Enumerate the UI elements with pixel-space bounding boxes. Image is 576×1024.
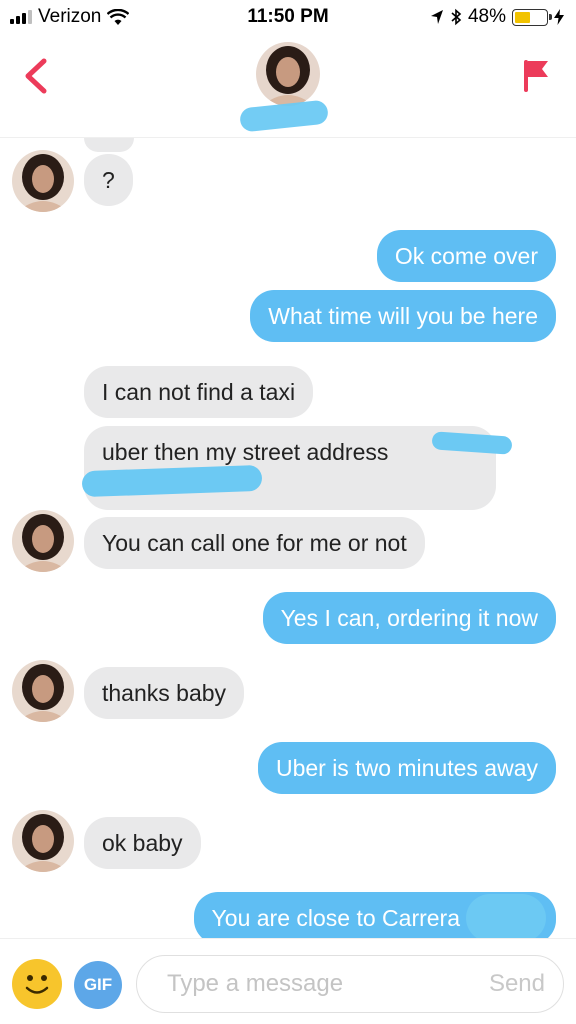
- message-bubble-outgoing: Uber is two minutes away: [257, 742, 556, 794]
- bluetooth-icon: [451, 8, 462, 26]
- battery-percent: 48%: [467, 6, 506, 27]
- message-bubble-incoming: You can call one for me or not: [84, 517, 425, 569]
- message-bubble-incoming: thanks baby: [84, 667, 245, 719]
- smiley-icon: [25, 975, 49, 994]
- status-bar: Verizon 11:50 PM 48%: [0, 0, 576, 34]
- chat-screen: Verizon 11:50 PM 48% ? Ok come over What…: [0, 0, 576, 1024]
- message-field[interactable]: Send: [136, 955, 564, 1013]
- sender-avatar[interactable]: [12, 510, 74, 572]
- message-composer: GIF Send: [0, 938, 576, 1024]
- status-right: 48%: [430, 6, 564, 28]
- gif-button[interactable]: GIF: [74, 961, 122, 1009]
- flag-icon: [524, 60, 548, 92]
- location-arrow-icon: [430, 10, 443, 24]
- message-bubble-incoming: ?: [84, 154, 133, 206]
- message-thread[interactable]: ? Ok come over What time will you be her…: [0, 138, 576, 938]
- message-bubble-incoming: ok baby: [84, 817, 201, 869]
- report-button[interactable]: [520, 56, 554, 96]
- message-input[interactable]: [167, 956, 467, 1012]
- send-button[interactable]: Send: [489, 970, 545, 998]
- match-avatar[interactable]: [256, 42, 320, 106]
- back-button[interactable]: [18, 56, 54, 96]
- message-bubble-incoming: I can not find a taxi: [84, 366, 314, 418]
- chat-header: [0, 34, 576, 138]
- message-bubble-outgoing: Yes I can, ordering it now: [262, 592, 556, 644]
- message-bubble-outgoing: Ok come over: [376, 230, 556, 282]
- emoji-button[interactable]: [12, 959, 62, 1009]
- message-bubble-outgoing: What time will you be here: [250, 290, 556, 342]
- message-bubble-partial: [84, 138, 134, 152]
- redacted-name-scribble: [238, 99, 330, 133]
- charging-bolt-icon: [554, 9, 564, 25]
- battery-icon: [512, 8, 552, 26]
- redacted-location-scribble: [466, 894, 546, 938]
- sender-avatar[interactable]: [12, 810, 74, 872]
- chevron-left-icon: [25, 58, 47, 94]
- sender-avatar[interactable]: [12, 150, 74, 212]
- sender-avatar[interactable]: [12, 660, 74, 722]
